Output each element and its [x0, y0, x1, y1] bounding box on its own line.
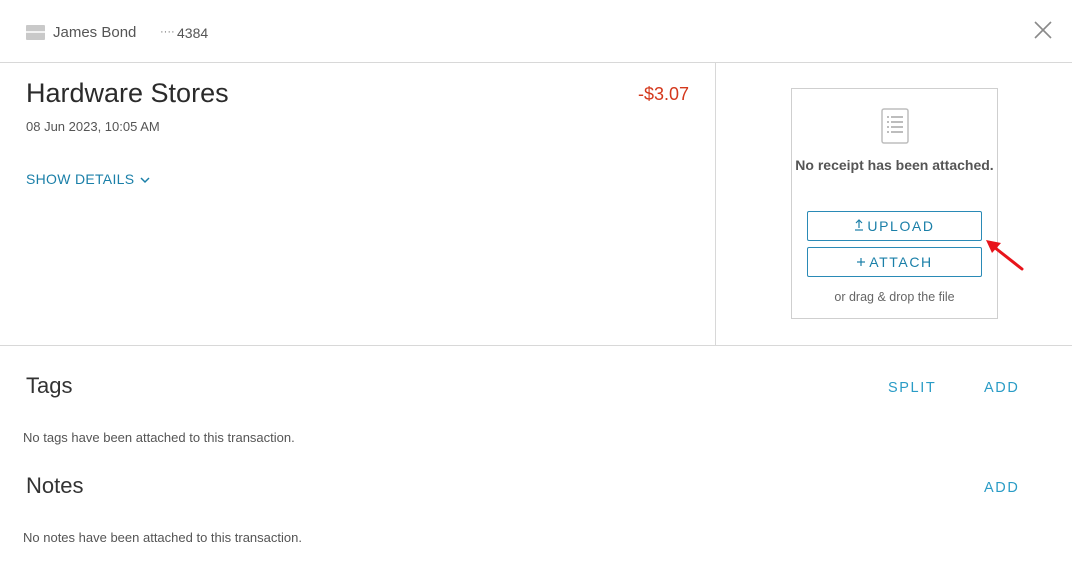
plus-icon — [856, 254, 866, 270]
drag-drop-hint: or drag & drop the file — [834, 290, 955, 304]
show-details-label: SHOW DETAILS — [26, 171, 135, 187]
notes-title: Notes — [26, 473, 84, 498]
card-mask: ···· — [160, 26, 175, 38]
upload-label: UPLOAD — [867, 218, 935, 234]
attach-receipt-button[interactable]: ATTACH — [807, 247, 982, 277]
upload-receipt-button[interactable]: UPLOAD — [807, 211, 982, 241]
upload-arrow-icon — [854, 218, 864, 234]
transaction-summary: Hardware Stores -$3.07 08 Jun 2023, 10:0… — [0, 63, 716, 346]
close-icon[interactable] — [1030, 17, 1056, 43]
no-receipt-message: No receipt has been attached. — [792, 155, 997, 175]
chevron-down-icon — [140, 171, 150, 187]
section-divider — [0, 345, 1072, 346]
receipt-dropzone[interactable]: No receipt has been attached. UPLOAD ATT… — [791, 88, 998, 319]
split-button[interactable]: SPLIT — [888, 380, 936, 396]
merchant-name: Hardware Stores — [26, 78, 229, 108]
transaction-header: James Bond ···· 4384 — [0, 0, 1072, 63]
receipt-document-icon — [881, 108, 909, 149]
show-details-toggle[interactable]: SHOW DETAILS — [26, 171, 150, 187]
add-tag-button[interactable]: ADD — [984, 380, 1019, 396]
transaction-datetime: 08 Jun 2023, 10:05 AM — [26, 119, 160, 134]
transaction-amount: -$3.07 — [637, 84, 689, 104]
no-receipt-text: No receipt has been attached. — [795, 157, 994, 173]
credit-card-icon — [26, 25, 45, 40]
notes-empty-message: No notes have been attached to this tran… — [23, 530, 302, 545]
add-note-button[interactable]: ADD — [984, 480, 1019, 496]
cardholder-name: James Bond — [53, 24, 137, 41]
attach-label: ATTACH — [869, 254, 933, 270]
annotation-arrow — [986, 240, 1024, 271]
card-last4: 4384 — [177, 25, 209, 41]
tags-empty-message: No tags have been attached to this trans… — [23, 430, 295, 445]
tags-title: Tags — [26, 373, 73, 398]
